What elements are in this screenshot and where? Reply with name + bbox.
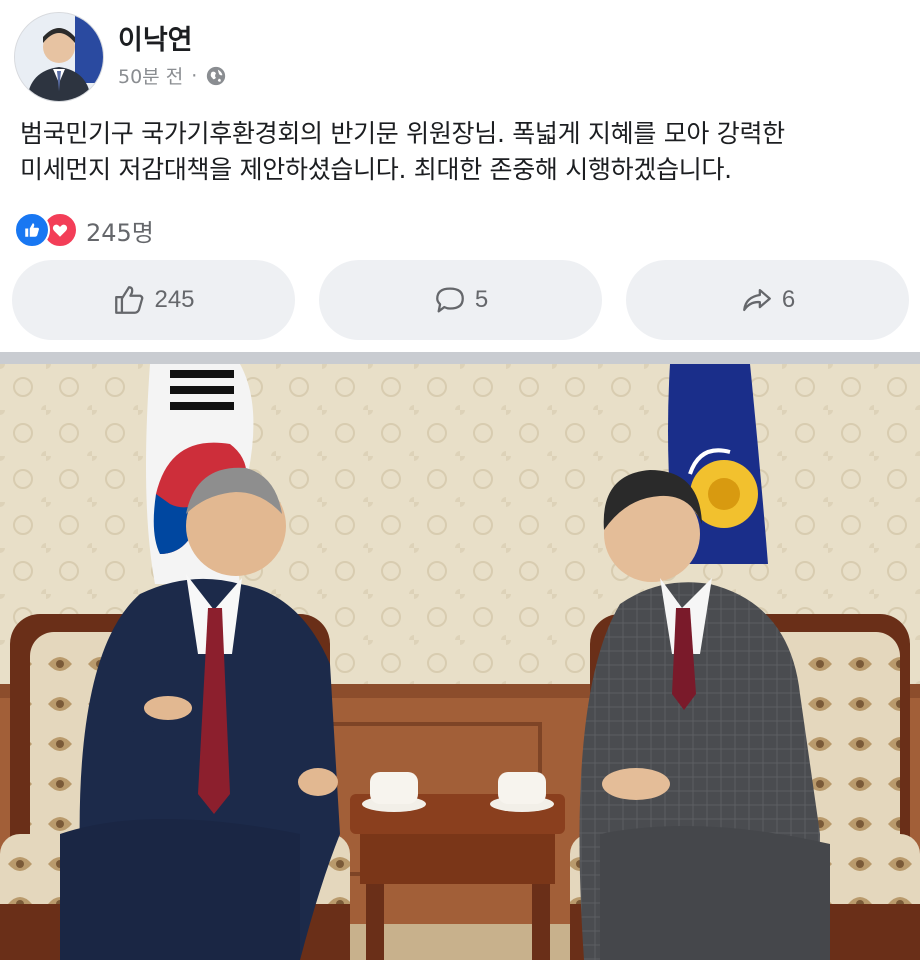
meta-separator: · bbox=[191, 64, 198, 87]
post-text: 범국민기구 국가기후환경회의 반기문 위원장님. 폭넓게 지혜를 모아 강력한 … bbox=[20, 119, 785, 184]
post-time[interactable]: 50분 전 bbox=[118, 62, 183, 89]
reaction-count: 245명 bbox=[86, 218, 154, 247]
comment-button[interactable]: 5 bbox=[319, 260, 602, 340]
post-header: 이낙연 50분 전 · bbox=[0, 0, 920, 110]
share-count: 6 bbox=[781, 286, 796, 313]
share-icon bbox=[742, 288, 771, 312]
post-meta: 50분 전 · bbox=[118, 62, 227, 89]
comment-count: 5 bbox=[474, 286, 489, 313]
section-divider bbox=[0, 352, 920, 364]
like-count: 245 bbox=[154, 286, 195, 313]
author-avatar[interactable] bbox=[14, 12, 104, 102]
comment-icon bbox=[435, 287, 464, 313]
like-button[interactable]: 245 bbox=[12, 260, 295, 340]
share-button[interactable]: 6 bbox=[626, 260, 909, 340]
like-icon bbox=[14, 212, 50, 248]
post-photo[interactable] bbox=[0, 364, 920, 960]
thumbs-up-icon bbox=[115, 286, 144, 314]
reactions-summary[interactable]: 245명 bbox=[14, 212, 154, 248]
action-bar: 245 5 6 bbox=[12, 260, 912, 342]
globe-icon[interactable] bbox=[205, 65, 227, 87]
author-name[interactable]: 이낙연 bbox=[118, 18, 193, 57]
